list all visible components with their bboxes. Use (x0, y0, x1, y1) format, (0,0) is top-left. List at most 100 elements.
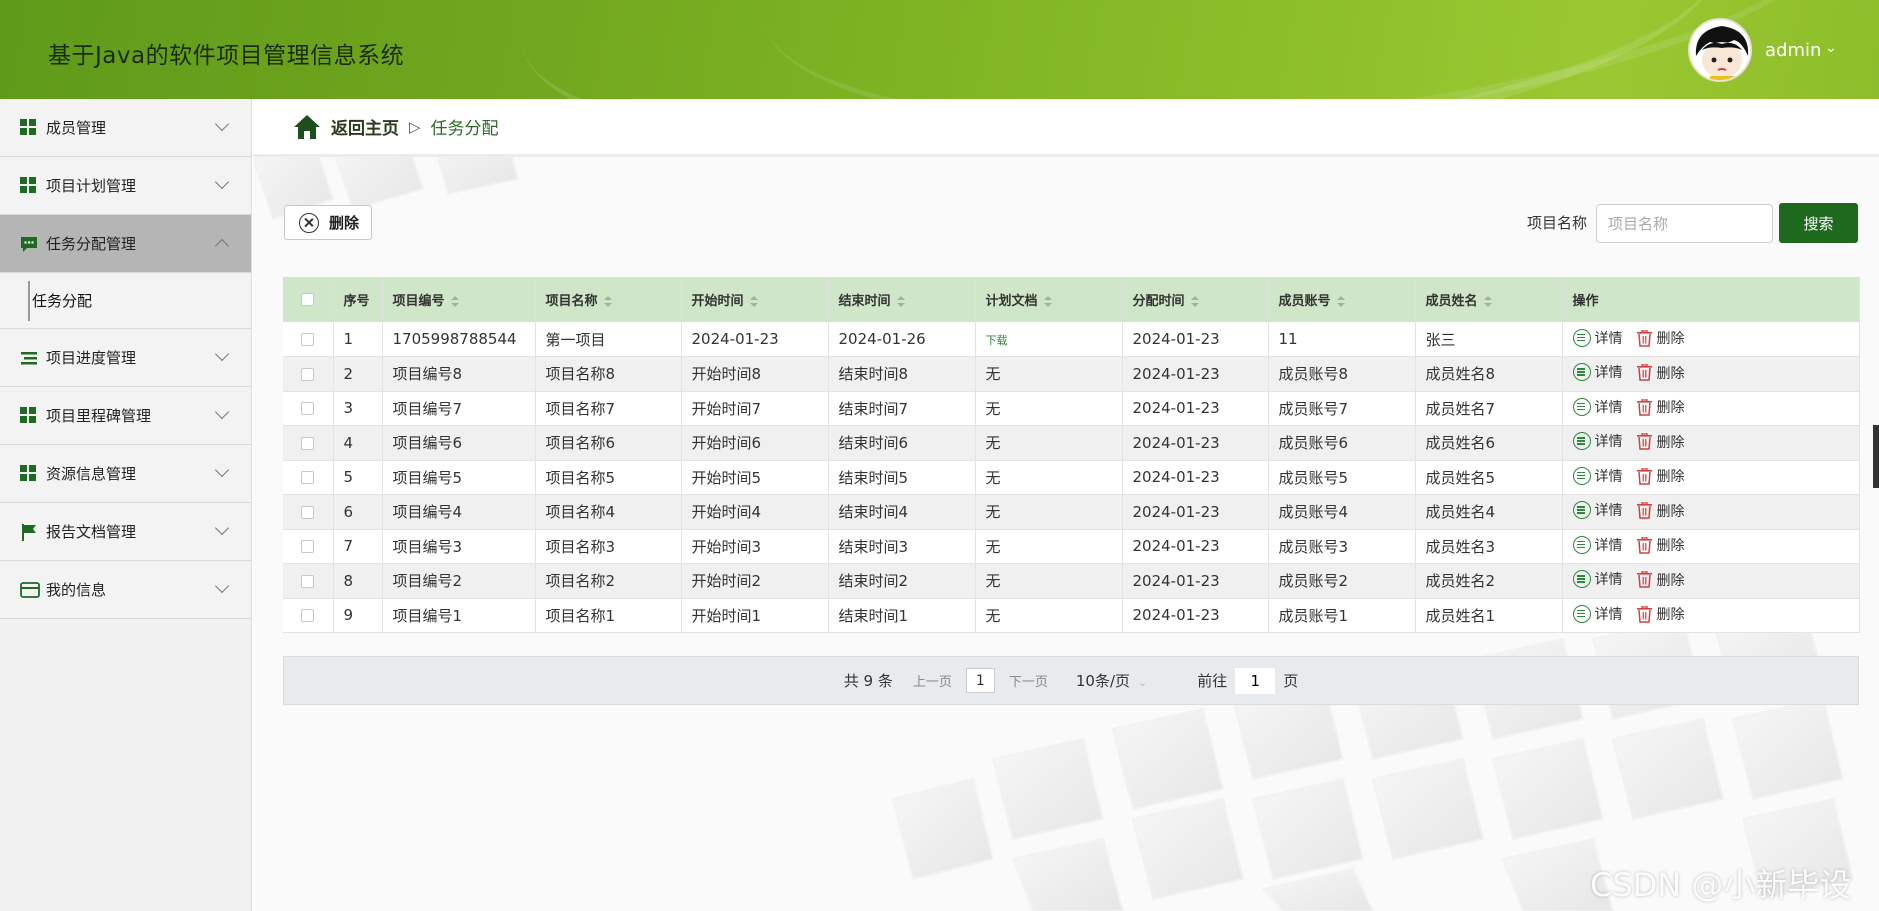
chevron-down-icon[interactable]: ⌄ (1825, 40, 1837, 56)
column-header-start-time[interactable]: 开始时间 (681, 277, 829, 322)
row-checkbox[interactable] (301, 436, 315, 450)
row-delete-button[interactable]: 删除 (1636, 604, 1685, 624)
row-delete-button[interactable]: 删除 (1636, 328, 1685, 348)
download-link[interactable]: 下载 (986, 334, 1008, 347)
sort-icon[interactable] (896, 295, 905, 308)
table-row[interactable]: 8 项目编号2 项目名称2 开始时间2 结束时间2 无 2024-01-23 成员账号2 成员姓… (283, 563, 1860, 599)
row-delete-label: 删除 (1656, 331, 1685, 347)
trash-icon (1636, 329, 1652, 347)
column-header-project-name[interactable]: 项目名称 (535, 277, 682, 322)
table-cell: 无 (975, 356, 1123, 392)
row-checkbox[interactable] (301, 402, 315, 416)
column-header-end-time[interactable]: 结束时间 (828, 277, 976, 322)
search-button[interactable]: 搜索 (1779, 203, 1858, 243)
table-cell: 无 (975, 529, 1123, 564)
sidebar-item-milestone[interactable]: 项目里程碑管理 (0, 387, 251, 445)
row-checkbox[interactable] (301, 471, 315, 485)
task-table: 序号 项目编号 项目名称 开始时间 结束时间 计划文档 分配时间 成员账号 成员… (283, 277, 1860, 633)
table-row[interactable]: 9 项目编号1 项目名称1 开始时间1 结束时间1 无 2024-01-23 成员账号1 成员姓… (283, 598, 1860, 633)
next-page-button[interactable]: 下一页 (1009, 671, 1048, 690)
row-delete-label: 删除 (1656, 365, 1685, 382)
column-header-project-no[interactable]: 项目编号 (382, 277, 536, 322)
sort-icon[interactable] (450, 295, 459, 308)
column-header-assign-time[interactable]: 分配时间 (1122, 277, 1269, 322)
table-row[interactable]: 1 1705998788544 第一项目 2024-01-23 2024-01-26 下载… (283, 322, 1860, 357)
detail-button[interactable]: 详情 (1572, 328, 1623, 348)
search-input[interactable] (1596, 204, 1773, 243)
row-delete-button[interactable]: 删除 (1636, 570, 1685, 590)
column-header-member-account[interactable]: 成员账号 (1268, 277, 1416, 322)
row-delete-button[interactable]: 删除 (1636, 397, 1685, 417)
sidebar-item-member[interactable]: 成员管理 (0, 99, 251, 157)
row-delete-button[interactable]: 删除 (1636, 363, 1685, 383)
table-cell: 开始时间3 (681, 529, 829, 564)
row-delete-button[interactable]: 删除 (1636, 535, 1685, 555)
sidebar-item-resource[interactable]: 资源信息管理 (0, 445, 251, 503)
detail-button[interactable]: 详情 (1572, 431, 1623, 451)
table-row[interactable]: 4 项目编号6 项目名称6 开始时间6 结束时间6 无 2024-01-23 成员账号6 成员姓… (283, 425, 1860, 461)
select-all-checkbox[interactable] (301, 293, 315, 306)
sort-icon[interactable] (1190, 295, 1199, 308)
table-row[interactable]: 6 项目编号4 项目名称4 开始时间4 结束时间4 无 2024-01-23 成员账号4 成员姓… (283, 494, 1860, 530)
detail-button[interactable]: 详情 (1572, 500, 1623, 520)
sort-icon[interactable] (749, 295, 758, 308)
detail-button[interactable]: 详情 (1572, 397, 1623, 417)
scrollbar-thumb[interactable] (1873, 425, 1879, 488)
actions-cell: 详情 删除 (1562, 460, 1860, 495)
row-checkbox[interactable] (301, 367, 315, 381)
table-cell: 第一项目 (535, 322, 682, 357)
table-cell: 项目名称1 (535, 598, 682, 633)
detail-label: 详情 (1594, 399, 1623, 416)
row-checkbox[interactable] (301, 609, 315, 623)
sidebar-item-report[interactable]: 报告文档管理 (0, 503, 251, 561)
sort-icon[interactable] (603, 295, 612, 308)
prev-page-button[interactable]: 上一页 (913, 671, 952, 690)
table-row[interactable]: 3 项目编号7 项目名称7 开始时间7 结束时间7 无 2024-01-23 成员账号7 成员姓… (283, 391, 1860, 426)
sidebar-item-label: 任务分配管理 (46, 235, 137, 253)
detail-button[interactable]: 详情 (1572, 466, 1623, 486)
row-delete-button[interactable]: 删除 (1636, 466, 1685, 486)
table-cell: 成员账号2 (1268, 563, 1416, 599)
detail-icon (1572, 535, 1591, 554)
sidebar-subitem-task-assign[interactable]: 任务分配 (32, 290, 92, 311)
page-number-button[interactable]: 1 (965, 668, 995, 693)
detail-label: 详情 (1594, 606, 1623, 623)
table-row[interactable]: 5 项目编号5 项目名称5 开始时间5 结束时间5 无 2024-01-23 成员账号5 成员姓… (283, 460, 1860, 495)
sort-icon[interactable] (1483, 295, 1492, 308)
row-delete-label: 删除 (1656, 503, 1685, 520)
row-checkbox[interactable] (301, 333, 315, 346)
sidebar-item-project-plan[interactable]: 项目计划管理 (0, 157, 251, 215)
avatar[interactable] (1688, 18, 1752, 82)
row-checkbox[interactable] (301, 574, 315, 588)
column-header-member-name[interactable]: 成员姓名 (1415, 277, 1563, 322)
page-size-select[interactable]: 10条/页 ⌄ (1076, 670, 1147, 691)
row-delete-label: 删除 (1656, 400, 1685, 417)
table-cell: 结束时间7 (828, 391, 976, 426)
detail-button[interactable]: 详情 (1572, 362, 1623, 382)
card-icon (20, 581, 40, 599)
sort-icon[interactable] (1043, 295, 1052, 308)
row-checkbox[interactable] (301, 540, 315, 554)
goto-page-input[interactable] (1235, 667, 1276, 694)
row-delete-button[interactable]: 删除 (1636, 501, 1685, 521)
table-row[interactable]: 7 项目编号3 项目名称3 开始时间3 结束时间3 无 2024-01-23 成员账号3 成员姓… (283, 529, 1860, 564)
sort-icon[interactable] (1336, 295, 1345, 308)
batch-delete-button[interactable]: 删除 (284, 205, 372, 240)
home-icon[interactable] (293, 114, 321, 140)
row-checkbox[interactable] (301, 505, 315, 519)
detail-button[interactable]: 详情 (1572, 604, 1623, 624)
user-name[interactable]: admin (1765, 40, 1821, 61)
sidebar-item-my-info[interactable]: 我的信息 (0, 561, 251, 619)
table-cell: 2 (333, 356, 383, 392)
breadcrumb-home[interactable]: 返回主页 (331, 114, 399, 139)
detail-button[interactable]: 详情 (1572, 569, 1623, 589)
detail-button[interactable]: 详情 (1572, 535, 1623, 555)
select-all-cell (283, 277, 334, 322)
row-select-cell (283, 529, 334, 564)
column-header-plan-doc[interactable]: 计划文档 (975, 277, 1123, 322)
table-cell: 项目名称4 (535, 494, 682, 530)
sidebar-item-task-assign[interactable]: 任务分配管理 (0, 215, 251, 273)
row-delete-button[interactable]: 删除 (1636, 432, 1685, 452)
sidebar-item-progress[interactable]: 项目进度管理 (0, 329, 251, 387)
table-row[interactable]: 2 项目编号8 项目名称8 开始时间8 结束时间8 无 2024-01-23 成员账号8 成员姓… (283, 356, 1860, 392)
